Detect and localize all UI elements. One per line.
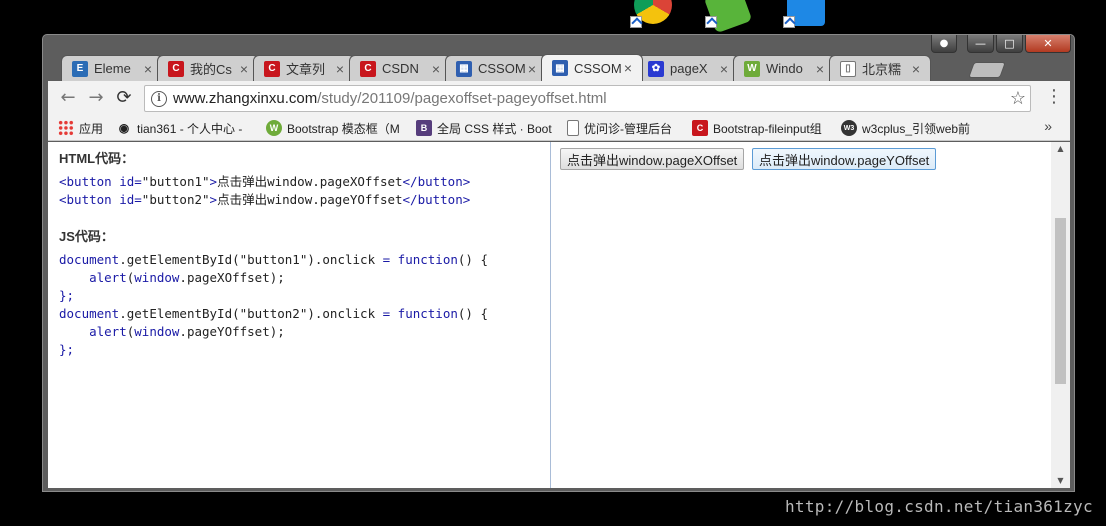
close-window-button[interactable]: ✕ [1025, 35, 1071, 53]
tab-title: 我的Cs [190, 62, 232, 77]
vertical-scrollbar[interactable]: ▲ ▼ [1051, 142, 1070, 488]
user-icon: ● [939, 38, 949, 49]
tab-close-icon[interactable]: × [910, 61, 922, 77]
reload-button[interactable]: ⟳ [112, 86, 136, 110]
bookmark-bootstrap-modal[interactable]: W Bootstrap 模态框（M [266, 119, 404, 137]
eye-icon: ◉ [118, 121, 130, 135]
bookmark-label: 优问诊-管理后台 [584, 121, 672, 136]
html-code-heading: HTML代码： [59, 151, 135, 166]
scroll-up-icon[interactable]: ▲ [1051, 142, 1070, 156]
browser-window: ● — □ ✕ E Eleme × C 我的Cs × C 文章列 × C CSDN × ▦ CSSOM × ▦… [42, 34, 1075, 492]
bookmark-label: 应用 [79, 121, 104, 136]
bookmark-apps[interactable]: 应用 [58, 119, 106, 137]
page-icon: ▯ [840, 60, 856, 77]
chrome-menu-icon[interactable]: ⋮ [1044, 85, 1064, 109]
tab-title: Eleme [94, 61, 131, 76]
window-controls: ● — □ ✕ [931, 35, 1071, 53]
tab-title: 北京糯 [862, 62, 902, 77]
bookmark-label: Bootstrap-fileinput组 [713, 121, 822, 136]
tab-close-icon[interactable]: × [430, 61, 442, 77]
pagexoffset-button[interactable]: 点击弹出window.pageXOffset [560, 148, 745, 170]
tab-close-icon[interactable]: × [334, 61, 346, 77]
tab-close-icon[interactable]: × [142, 61, 154, 77]
scroll-down-icon[interactable]: ▼ [1051, 474, 1070, 488]
js-code-block: document.getElementById("button1").oncli… [59, 252, 488, 357]
js-code-heading: JS代码： [59, 229, 114, 244]
tab-7[interactable]: ✿ pageX × [637, 55, 739, 81]
tab-1[interactable]: E Eleme × [61, 55, 163, 81]
shortcut-arrow-icon [783, 16, 795, 28]
tab-title: 文章列 [286, 62, 326, 77]
tab-close-icon[interactable]: × [718, 61, 730, 77]
shortcut-arrow-icon [630, 16, 642, 28]
tab-title: CSSOM [478, 61, 526, 76]
csdn-icon: C [692, 120, 708, 136]
bookmark-star-icon[interactable]: ☆ [1010, 88, 1026, 109]
tab-title: pageX [670, 61, 708, 76]
tab-strip: E Eleme × C 我的Cs × C 文章列 × C CSDN × ▦ CSSOM × ▦ CSSOM × ✿ p… [61, 52, 1021, 81]
code-pane: HTML代码： <button id="button1">点击弹出window.… [48, 142, 551, 488]
page-icon [567, 120, 579, 136]
apps-grid-icon [58, 120, 74, 136]
csdn-icon: C [264, 60, 280, 77]
bookmark-bootstrap-css[interactable]: B 全局 CSS 样式 · Boot [416, 119, 556, 137]
bookmark-w3cplus[interactable]: W3 w3cplus_引领web前 [841, 119, 981, 137]
tab-3[interactable]: C 文章列 × [253, 55, 355, 81]
bookmark-fileinput[interactable]: C Bootstrap-fileinput组 [692, 119, 828, 137]
zhangxinxu-icon: ▦ [552, 60, 568, 76]
tab-8[interactable]: W Windo × [733, 55, 835, 81]
bootstrap-icon: B [416, 120, 432, 136]
w3cplus-icon: W3 [841, 120, 857, 136]
tab-title: Windo [766, 61, 803, 76]
bookmarks-overflow-button[interactable]: » [1044, 118, 1052, 134]
tab-5[interactable]: ▦ CSSOM × [445, 55, 547, 81]
bookmark-admin[interactable]: 优问诊-管理后台 [567, 119, 685, 137]
zhangxinxu-icon: ▦ [456, 60, 472, 77]
page-content: HTML代码： <button id="button1">点击弹出window.… [48, 142, 1070, 488]
scroll-thumb[interactable] [1055, 218, 1066, 384]
element-icon: E [72, 60, 88, 77]
maximize-button[interactable]: □ [996, 35, 1023, 53]
desktop-app-shortcut-icon[interactable] [703, 0, 753, 34]
url-path: /study/201109/pagexoffset-pageyoffset.ht… [317, 90, 607, 107]
bookmark-label: 全局 CSS 样式 · Boot [437, 121, 552, 136]
w3school-icon: W [744, 60, 760, 77]
tab-close-icon[interactable]: × [238, 61, 250, 77]
watermark-text: http://blog.csdn.net/tian361zyc [785, 497, 1093, 516]
html-code-block: <button id="button1">点击弹出window.pageXOff… [59, 174, 471, 207]
back-button[interactable]: ← [56, 86, 80, 110]
baidu-paw-icon: ✿ [648, 60, 664, 77]
demo-pane: 点击弹出window.pageXOffset 点击弹出window.pageYO… [552, 142, 1051, 488]
forward-button[interactable]: → [84, 86, 108, 110]
tab-2[interactable]: C 我的Cs × [157, 55, 259, 81]
tab-9[interactable]: ▯ 北京糯 × [829, 55, 931, 81]
tab-title: CSDN [382, 61, 419, 76]
tab-close-icon[interactable]: × [526, 61, 538, 77]
bookmark-label: tian361 - 个人中心 - [137, 121, 243, 136]
csdn-icon: C [360, 60, 376, 77]
user-profile-button[interactable]: ● [931, 35, 957, 53]
w3school-icon: W [266, 120, 282, 136]
pageyoffset-button[interactable]: 点击弹出window.pageYOffset [752, 148, 937, 170]
tab-4[interactable]: C CSDN × [349, 55, 451, 81]
browser-toolbar: ← → ⟳ i www.zhangxinxu.com/study/201109/… [48, 81, 1070, 115]
tab-title: CSSOM [574, 60, 622, 76]
new-tab-button[interactable] [968, 62, 1006, 78]
shortcut-arrow-icon [705, 16, 717, 28]
tab-close-icon[interactable]: × [622, 60, 634, 76]
site-info-icon[interactable]: i [151, 90, 167, 107]
address-bar[interactable]: i www.zhangxinxu.com/study/201109/pagexo… [144, 85, 1031, 112]
bookmark-label: w3cplus_引领web前 [862, 121, 971, 136]
minimize-button[interactable]: — [967, 35, 994, 53]
url-host: www.zhangxinxu.com [173, 90, 318, 107]
bookmark-label: Bootstrap 模态框（M [287, 121, 400, 136]
tab-close-icon[interactable]: × [814, 61, 826, 77]
desktop-xmind-shortcut-icon[interactable] [783, 0, 829, 28]
tab-6[interactable]: ▦ CSSOM × [541, 54, 643, 81]
csdn-icon: C [168, 60, 184, 77]
bookmark-tian361[interactable]: ◉ tian361 - 个人中心 - [116, 119, 256, 137]
bookmarks-bar: 应用 ◉ tian361 - 个人中心 - W Bootstrap 模态框（M … [48, 115, 1070, 141]
desktop-chrome-shortcut-icon[interactable] [630, 0, 676, 28]
